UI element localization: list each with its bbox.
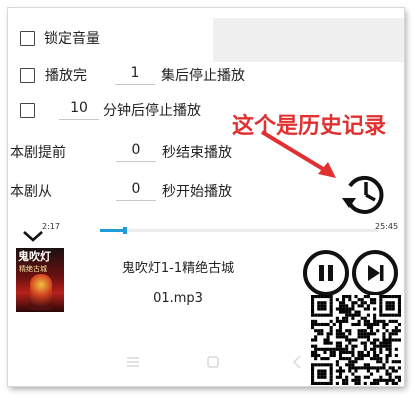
seek-bar-knob[interactable]: [123, 227, 127, 234]
pause-button[interactable]: [303, 250, 349, 296]
home-icon[interactable]: [206, 354, 220, 370]
lock-volume-label: 锁定音量: [44, 31, 100, 47]
album-cover[interactable]: 鬼吹灯 精绝古城: [16, 248, 64, 312]
chevron-down-icon[interactable]: [22, 229, 44, 243]
stop-after-episodes-row: 播放完 1 集后停止播放: [20, 65, 245, 85]
app-window: 锁定音量 播放完 1 集后停止播放 10 分钟后停止播放 本剧提前 0 秒结束播…: [8, 8, 404, 386]
lock-volume-row: 锁定音量: [20, 28, 100, 48]
cover-figure: [30, 274, 52, 310]
track-title: 鬼吹灯1-1精绝古城: [121, 261, 235, 276]
skip-next-icon: [368, 265, 384, 281]
start-from-seconds-input[interactable]: 0: [116, 181, 156, 201]
stop-after-episodes-prefix: 播放完: [45, 68, 87, 84]
next-button[interactable]: [352, 250, 398, 296]
start-from-row: 本剧从 0 秒开始播放: [10, 181, 232, 201]
seek-bar[interactable]: [100, 227, 378, 234]
stop-after-minutes-row: 10 分钟后停止播放: [20, 100, 201, 120]
end-early-suffix: 秒结束播放: [162, 145, 232, 161]
cover-title: 鬼吹灯: [18, 250, 51, 263]
track-file: 01.mp3: [153, 291, 203, 306]
start-from-suffix: 秒开始播放: [162, 184, 232, 200]
history-annotation: 这个是历史记录: [232, 113, 387, 139]
stop-after-episodes-checkbox[interactable]: [20, 67, 35, 83]
minutes-count-input[interactable]: 10: [59, 100, 99, 120]
total-duration: 25:45: [375, 222, 399, 231]
pause-icon: [319, 265, 333, 281]
end-early-row: 本剧提前 0 秒结束播放: [10, 142, 232, 162]
start-from-prefix: 本剧从: [10, 184, 52, 200]
end-early-seconds-input[interactable]: 0: [116, 142, 156, 162]
back-icon[interactable]: [291, 354, 303, 370]
elapsed-time: 2:17: [42, 222, 60, 231]
stop-after-episodes-suffix: 集后停止播放: [161, 68, 245, 84]
history-clock-icon[interactable]: [338, 168, 390, 220]
stop-after-minutes-suffix: 分钟后停止播放: [103, 103, 201, 119]
seek-bar-fill: [100, 229, 125, 232]
blank-panel: [213, 18, 404, 62]
lock-volume-checkbox[interactable]: [20, 30, 35, 46]
qr-code: [311, 295, 401, 385]
end-early-prefix: 本剧提前: [10, 145, 66, 161]
cover-subtitle: 精绝古城: [19, 265, 47, 273]
episodes-count-input[interactable]: 1: [115, 65, 155, 85]
menu-icon[interactable]: [126, 354, 140, 370]
stop-after-minutes-checkbox[interactable]: [20, 102, 35, 118]
